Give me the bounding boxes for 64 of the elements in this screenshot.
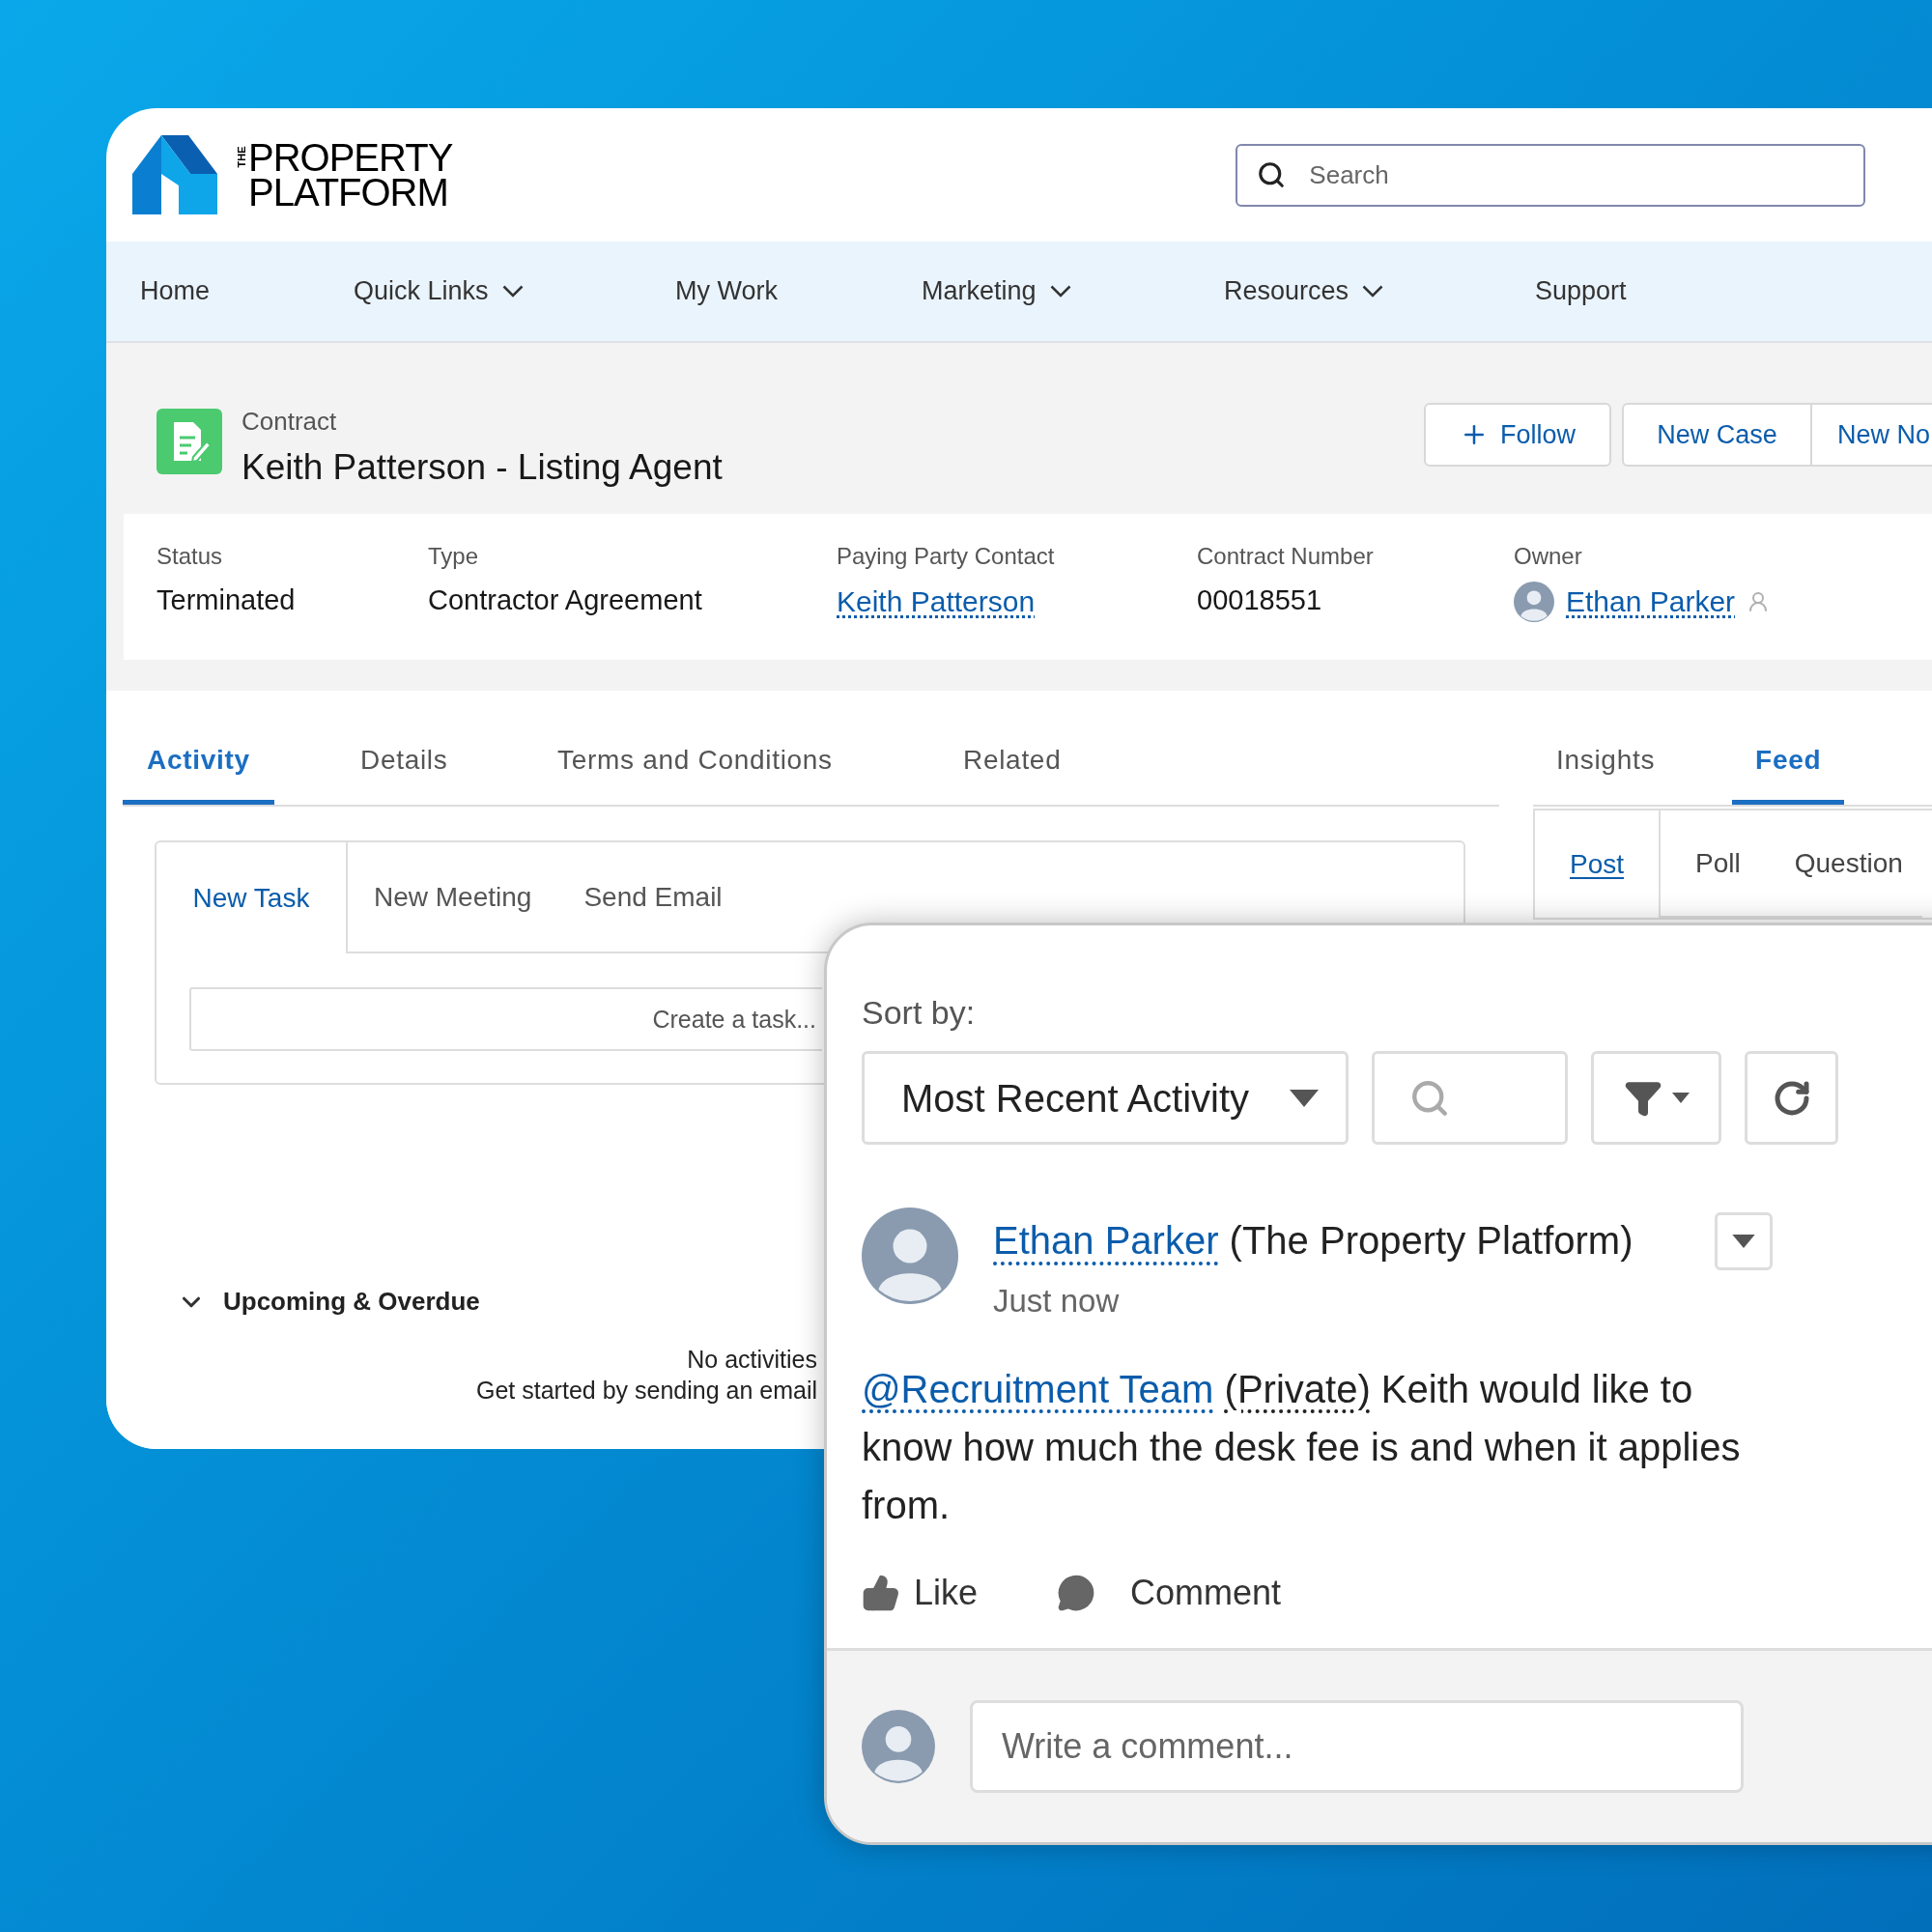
field-label: Status bbox=[156, 542, 224, 571]
logo-small-text: THE bbox=[235, 145, 248, 170]
field-value: Contractor Agreement bbox=[428, 583, 703, 617]
field-label: Paying Party Contact bbox=[837, 542, 1056, 571]
nav-item[interactable]: Quick Links bbox=[354, 271, 524, 311]
action-button[interactable]: New Case bbox=[1621, 403, 1812, 467]
field-label: Contract Number bbox=[1197, 542, 1375, 571]
empty-message: Get started by sending an email bbox=[476, 1376, 817, 1406]
contact-link[interactable]: Keith Patterson bbox=[837, 580, 1197, 623]
record-tab[interactable]: Terms and Conditions bbox=[533, 691, 857, 805]
field-label: Type bbox=[428, 542, 480, 571]
field-value: Terminated bbox=[156, 583, 297, 617]
post-action-button[interactable]: Like bbox=[862, 1566, 979, 1619]
section-title: Upcoming & Overdue bbox=[223, 1286, 480, 1318]
nav-item[interactable]: Support bbox=[1535, 271, 1627, 311]
search-field[interactable]: Search bbox=[1236, 143, 1866, 207]
publisher-tab[interactable]: Post bbox=[1535, 810, 1661, 918]
post-body: @Recruitment Team (Private) Keith would like to know how much the desk fee is and when it applies from. bbox=[862, 1366, 1742, 1528]
record-type: Contract bbox=[242, 406, 338, 438]
task-input[interactable]: Create a task... bbox=[189, 987, 822, 1051]
nav-item[interactable]: Marketing bbox=[922, 271, 1071, 311]
filter-button[interactable] bbox=[1591, 1051, 1721, 1145]
search-icon bbox=[1257, 159, 1287, 189]
sort-label: Sort by: bbox=[862, 993, 977, 1033]
nav-item[interactable]: Resources bbox=[1224, 271, 1384, 311]
field-value: 00018551 bbox=[1197, 583, 1323, 617]
caret-icon bbox=[1671, 1093, 1690, 1103]
logo-text: PLATFORM bbox=[248, 175, 449, 210]
publisher-tab[interactable]: Question bbox=[1759, 810, 1922, 918]
feed-search-field[interactable] bbox=[1372, 1051, 1568, 1145]
contract-icon bbox=[156, 409, 222, 474]
post-time: Just now bbox=[993, 1282, 1121, 1321]
action-button[interactable]: New No bbox=[1811, 403, 1932, 467]
nav-item[interactable]: Home bbox=[140, 271, 211, 311]
record-tab[interactable]: Related bbox=[939, 691, 1086, 805]
post-action-button[interactable]: Comment bbox=[1057, 1566, 1282, 1619]
speech-bubble-icon bbox=[1057, 1573, 1096, 1612]
thumbs-up-icon bbox=[862, 1573, 900, 1612]
composer-tab[interactable]: Send Email bbox=[557, 842, 749, 953]
author-link[interactable]: Ethan Parker bbox=[993, 1219, 1219, 1262]
empty-message: No activities bbox=[687, 1345, 817, 1375]
sort-dropdown[interactable]: Most Recent Activity bbox=[862, 1051, 1349, 1145]
composer-tab[interactable]: New Task bbox=[156, 842, 348, 953]
house-logo-icon bbox=[132, 135, 217, 214]
composer-tab[interactable]: New Meeting bbox=[348, 842, 558, 953]
field-label: Owner bbox=[1514, 542, 1583, 571]
comment-input[interactable]: Write a comment... bbox=[970, 1699, 1744, 1793]
avatar bbox=[1514, 581, 1554, 622]
post-author-line: Ethan Parker (The Property Platform) bbox=[993, 1218, 1634, 1264]
caret-icon bbox=[1732, 1235, 1755, 1248]
caret-icon bbox=[1290, 1089, 1319, 1107]
side-tab[interactable]: Feed bbox=[1732, 691, 1845, 805]
record-tab[interactable]: Details bbox=[336, 691, 472, 805]
post-menu-button[interactable] bbox=[1715, 1212, 1773, 1270]
logo-text: PROPERTY bbox=[248, 140, 453, 175]
record-title: Keith Patterson - Listing Agent bbox=[242, 446, 723, 489]
refresh-button[interactable] bbox=[1745, 1051, 1838, 1145]
owner-link[interactable]: Ethan Parker bbox=[1566, 580, 1736, 623]
record-tab[interactable]: Activity bbox=[123, 691, 274, 805]
publisher-tab[interactable]: Poll bbox=[1661, 810, 1760, 918]
action-button[interactable]: Follow bbox=[1423, 403, 1611, 467]
mention-link[interactable]: @Recruitment Team bbox=[862, 1367, 1214, 1410]
side-tab[interactable]: Insights bbox=[1533, 691, 1679, 805]
nav-item[interactable]: My Work bbox=[675, 271, 778, 311]
